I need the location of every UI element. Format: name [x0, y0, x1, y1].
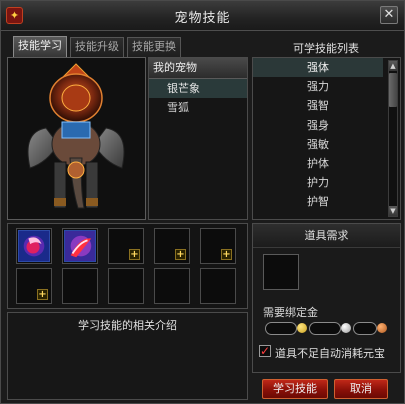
scroll-down-button[interactable]: ▼ — [389, 206, 397, 216]
add-skill-icon[interactable]: + — [221, 249, 232, 260]
skill-description-panel: 学习技能的相关介绍 — [7, 312, 248, 400]
required-item-slot[interactable] — [263, 254, 299, 290]
item-requirement-panel: 道具需求 需要绑定金 ✓ 道具不足自动消耗元宝 — [252, 223, 401, 373]
pet-list-header: 我的宠物 — [149, 58, 247, 79]
scroll-thumb[interactable] — [389, 73, 397, 107]
pet-list-item[interactable]: 银芒象 — [149, 79, 247, 98]
skill-list-item[interactable]: 强身 — [253, 116, 383, 135]
learned-skill-icon — [18, 230, 50, 262]
title-bar[interactable]: ✦ 宠物技能 ✕ — [1, 1, 404, 31]
bound-gold-amount — [265, 322, 395, 336]
skill-slot[interactable] — [200, 268, 236, 304]
skill-list-item[interactable]: 强体 — [253, 58, 383, 78]
tab-skill-upgrade[interactable]: 技能升级 — [70, 37, 124, 57]
item-requirement-title: 道具需求 — [253, 224, 400, 248]
pet-skill-window: ✦ 宠物技能 ✕ 技能学习 技能升级 技能更换 我的宠物 银芒象 雪狐 可学技能… — [0, 0, 405, 404]
learned-skill-icon — [64, 230, 96, 262]
tab-skill-learn[interactable]: 技能学习 — [13, 36, 67, 58]
skill-slot[interactable] — [108, 268, 144, 304]
pet-model-image — [27, 63, 125, 209]
add-skill-icon[interactable]: + — [129, 249, 140, 260]
pet-list: 我的宠物 银芒象 雪狐 — [148, 57, 248, 220]
add-skill-icon[interactable]: + — [37, 289, 48, 300]
skill-description-title: 学习技能的相关介绍 — [78, 319, 177, 332]
close-button[interactable]: ✕ — [380, 6, 398, 24]
copper-coin-icon — [377, 323, 387, 333]
skill-list-item[interactable]: 护智 — [253, 192, 383, 211]
copper-amount-field — [353, 322, 377, 335]
silver-amount-field — [309, 322, 341, 335]
skill-slot[interactable]: + — [108, 228, 144, 264]
skill-list-item[interactable]: 强力 — [253, 77, 383, 96]
skill-list-item[interactable]: 护体 — [253, 154, 383, 173]
skill-list-scrollbar[interactable]: ▲ ▼ — [388, 60, 398, 217]
skill-slot[interactable] — [16, 228, 52, 264]
learnable-skill-list: 强体 强力 强智 强身 强敏 护体 护力 护智 ▲ ▼ — [252, 57, 401, 220]
learnable-skills-heading: 可学技能列表 — [293, 42, 359, 55]
skill-slot[interactable]: + — [200, 228, 236, 264]
silver-coin-icon — [341, 323, 351, 333]
window-title: 宠物技能 — [174, 11, 231, 26]
add-skill-icon[interactable]: + — [175, 249, 186, 260]
learn-skill-button[interactable]: 学习技能 — [262, 379, 328, 399]
skill-slot[interactable] — [62, 228, 98, 264]
auto-consume-checkbox[interactable]: ✓ — [259, 345, 271, 357]
skill-list-item[interactable]: 强敏 — [253, 135, 383, 154]
tab-skill-replace[interactable]: 技能更换 — [127, 37, 181, 57]
cancel-button[interactable]: 取消 — [334, 379, 388, 399]
pet-list-item[interactable]: 雪狐 — [149, 98, 247, 117]
skill-slot[interactable] — [62, 268, 98, 304]
pet-preview[interactable] — [7, 57, 146, 220]
pet-skill-slots: + + + + — [7, 223, 248, 309]
scroll-up-button[interactable]: ▲ — [389, 61, 397, 71]
skill-slot[interactable]: + — [16, 268, 52, 304]
auto-consume-option[interactable]: ✓ 道具不足自动消耗元宝 — [259, 344, 399, 360]
skill-slot[interactable] — [154, 268, 190, 304]
auto-consume-label: 道具不足自动消耗元宝 — [275, 347, 385, 360]
skill-slot[interactable]: + — [154, 228, 190, 264]
skill-list-item[interactable]: 护力 — [253, 173, 383, 192]
gold-coin-icon — [297, 323, 307, 333]
bound-gold-label: 需要绑定金 — [263, 306, 318, 319]
skill-list-item[interactable]: 强智 — [253, 96, 383, 115]
gold-amount-field — [265, 322, 297, 335]
